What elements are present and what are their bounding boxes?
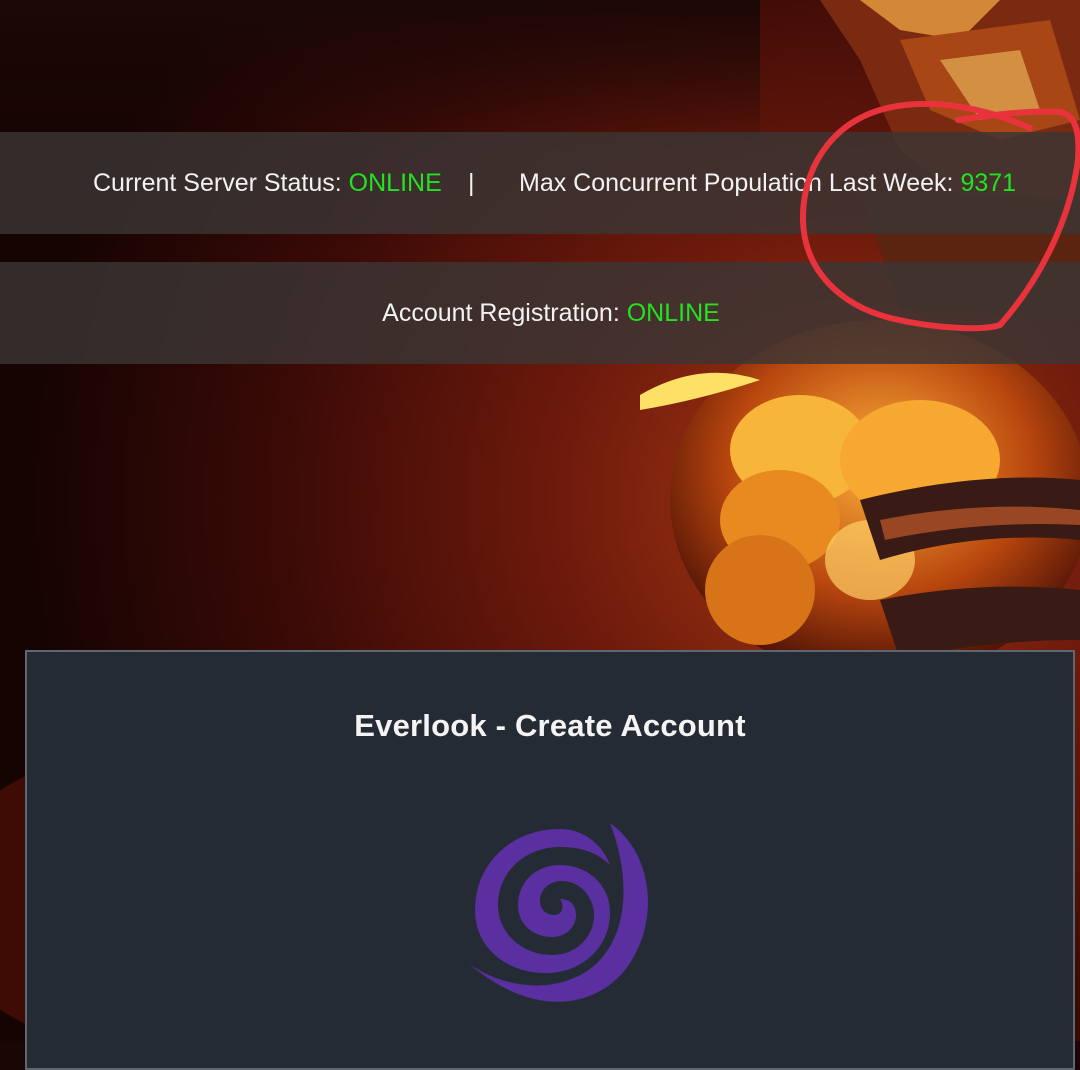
- create-account-panel: Everlook - Create Account: [25, 650, 1075, 1070]
- server-status-bar: Current Server Status: ONLINE | Max Conc…: [0, 132, 1080, 234]
- purple-spiral-logo-icon: [468, 823, 648, 1002]
- population-label: Max Concurrent Population Last Week:: [519, 169, 954, 197]
- population-value: 9371: [960, 169, 1017, 197]
- registration-label: Account Registration:: [382, 299, 620, 327]
- server-status-value: ONLINE: [348, 169, 442, 197]
- registration-status-bar: Account Registration: ONLINE: [0, 262, 1080, 364]
- population-status: Max Concurrent Population Last Week: 937…: [519, 132, 1016, 234]
- panel-title: Everlook - Create Account: [354, 708, 746, 743]
- registration-status: Account Registration: ONLINE: [382, 262, 720, 364]
- server-status-label: Current Server Status:: [93, 169, 342, 197]
- status-separator: |: [468, 169, 475, 197]
- registration-value: ONLINE: [626, 299, 720, 327]
- server-status: Current Server Status: ONLINE: [93, 132, 442, 234]
